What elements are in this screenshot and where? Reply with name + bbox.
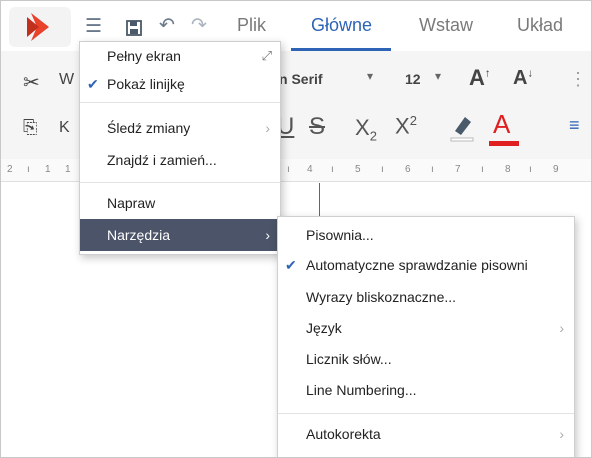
- font-color-swatch: [489, 141, 519, 146]
- font-size-dropdown-icon[interactable]: ▾: [435, 69, 441, 83]
- list-icon[interactable]: ⋮: [569, 69, 587, 90]
- submenu-item-label: Automatyczne sprawdzanie pisowni: [306, 257, 528, 273]
- font-color-button[interactable]: A: [493, 109, 510, 140]
- ruler-tick: 6: [405, 164, 411, 175]
- menu-item-label: Narzędzia: [107, 227, 171, 243]
- highlighter-icon[interactable]: [449, 111, 475, 143]
- ruler-tick: ı: [287, 164, 290, 175]
- ruler-tick: ı: [27, 164, 30, 175]
- shrink-font-icon[interactable]: A↓: [513, 67, 533, 90]
- ruler-tick: 8: [505, 164, 511, 175]
- ruler-tick: 7: [455, 164, 461, 175]
- submenu-item-line-numbering[interactable]: Line Numbering...: [278, 376, 574, 404]
- ruler-tick: ı: [431, 164, 434, 175]
- subscript-mark: 2: [369, 128, 377, 144]
- ruler-tick: 4: [307, 164, 313, 175]
- menu-item-label: Napraw: [107, 195, 156, 211]
- tab-plik[interactable]: Plik: [237, 15, 266, 36]
- submenu-item-label: Line Numbering...: [306, 382, 417, 398]
- chevron-right-icon: ›: [559, 426, 564, 442]
- font-name-dropdown-icon[interactable]: ▾: [367, 69, 373, 83]
- ruler-tick: ı: [481, 164, 484, 175]
- tab-wstaw[interactable]: Wstaw: [419, 15, 473, 36]
- menu-item-tools[interactable]: Narzędzia ›: [80, 219, 280, 251]
- submenu-item-label: Język: [306, 320, 342, 336]
- menu-item-show-ruler[interactable]: ✔ Pokaż linijkę: [80, 70, 280, 98]
- menu-divider: [80, 102, 280, 103]
- menu-item-label: Pełny ekran: [107, 48, 181, 64]
- submenu-item-thesaurus[interactable]: Wyrazy bliskoznaczne...: [278, 283, 574, 311]
- menu-divider: [278, 413, 574, 414]
- grow-font-icon[interactable]: A↑: [469, 65, 490, 91]
- submenu-item-autocorrect[interactable]: Autokorekta ›: [278, 420, 574, 448]
- superscript-mark: 2: [409, 113, 417, 128]
- tools-submenu: Pisownia... ✔ Automatyczne sprawdzanie p…: [277, 216, 575, 457]
- superscript-label: X: [395, 113, 410, 139]
- ruler-tick: ı: [381, 164, 384, 175]
- submenu-item-word-count[interactable]: Licznik słów...: [278, 345, 574, 373]
- menu-item-label: Pokaż linijkę: [107, 76, 185, 92]
- menu-item-repair[interactable]: Napraw: [80, 189, 280, 217]
- fullscreen-icon: ⤢: [261, 48, 272, 63]
- subscript-button[interactable]: X2: [355, 115, 377, 143]
- copy-icon[interactable]: ⎘: [23, 117, 37, 138]
- menu-item-fullscreen[interactable]: Pełny ekran ⤢: [80, 42, 280, 70]
- ruler-tick: 5: [355, 164, 361, 175]
- save-icon[interactable]: [126, 20, 142, 36]
- cut-icon[interactable]: ✂: [23, 70, 40, 95]
- strikethrough-button[interactable]: S: [309, 113, 325, 141]
- menu-item-track-changes[interactable]: Śledź zmiany ›: [80, 114, 280, 142]
- app-logo-icon[interactable]: [9, 7, 71, 47]
- ruler-tick: 2: [7, 164, 13, 175]
- ruler-tick: 9: [553, 164, 559, 175]
- checkmark-icon: ✔: [285, 257, 297, 273]
- ruler-tick: 1: [45, 164, 51, 175]
- hamburger-menu-icon[interactable]: ☰: [85, 15, 102, 38]
- submenu-item-label: Autokorekta: [306, 426, 381, 442]
- superscript-button[interactable]: X2: [395, 113, 417, 139]
- ruler-tick: ı: [331, 164, 334, 175]
- subscript-label: X: [355, 115, 370, 140]
- menu-item-find-replace[interactable]: Znajdź i zamień...: [80, 146, 280, 174]
- submenu-item-language[interactable]: Język ›: [278, 314, 574, 342]
- font-name-select[interactable]: n Serif: [279, 71, 323, 87]
- menu-item-label: Śledź zmiany: [107, 120, 191, 136]
- tab-uklad[interactable]: Układ: [517, 15, 563, 36]
- submenu-item-auto-spellcheck[interactable]: ✔ Automatyczne sprawdzanie pisowni: [278, 251, 574, 279]
- submenu-item-label: Licznik słów...: [306, 351, 392, 367]
- ruler-tick: 1: [65, 164, 71, 175]
- submenu-item-label: Pisownia...: [306, 227, 374, 243]
- submenu-item-spelling[interactable]: Pisownia...: [278, 221, 574, 249]
- chevron-right-icon: ›: [265, 227, 270, 243]
- copy-label[interactable]: K: [59, 119, 70, 137]
- font-size-select[interactable]: 12: [405, 71, 421, 87]
- redo-icon[interactable]: ↷: [191, 14, 207, 37]
- menu-item-label: Znajdź i zamień...: [107, 152, 217, 168]
- app-window: ☰ ↶ ↷ Plik Główne Wstaw Układ ✂ W ⎘ K n …: [0, 0, 592, 458]
- align-icon[interactable]: ≡: [569, 115, 580, 136]
- chevron-right-icon: ›: [559, 320, 564, 336]
- chevron-right-icon: ›: [265, 120, 270, 136]
- main-menu: Pełny ekran ⤢ ✔ Pokaż linijkę Śledź zmia…: [79, 41, 281, 255]
- cut-label[interactable]: W: [59, 71, 74, 89]
- menu-divider: [80, 182, 280, 183]
- tab-glowne[interactable]: Główne: [311, 15, 372, 36]
- undo-icon[interactable]: ↶: [159, 14, 175, 37]
- ruler-tick: ı: [529, 164, 532, 175]
- submenu-item-label: Wyrazy bliskoznaczne...: [306, 289, 457, 305]
- checkmark-icon: ✔: [87, 76, 99, 92]
